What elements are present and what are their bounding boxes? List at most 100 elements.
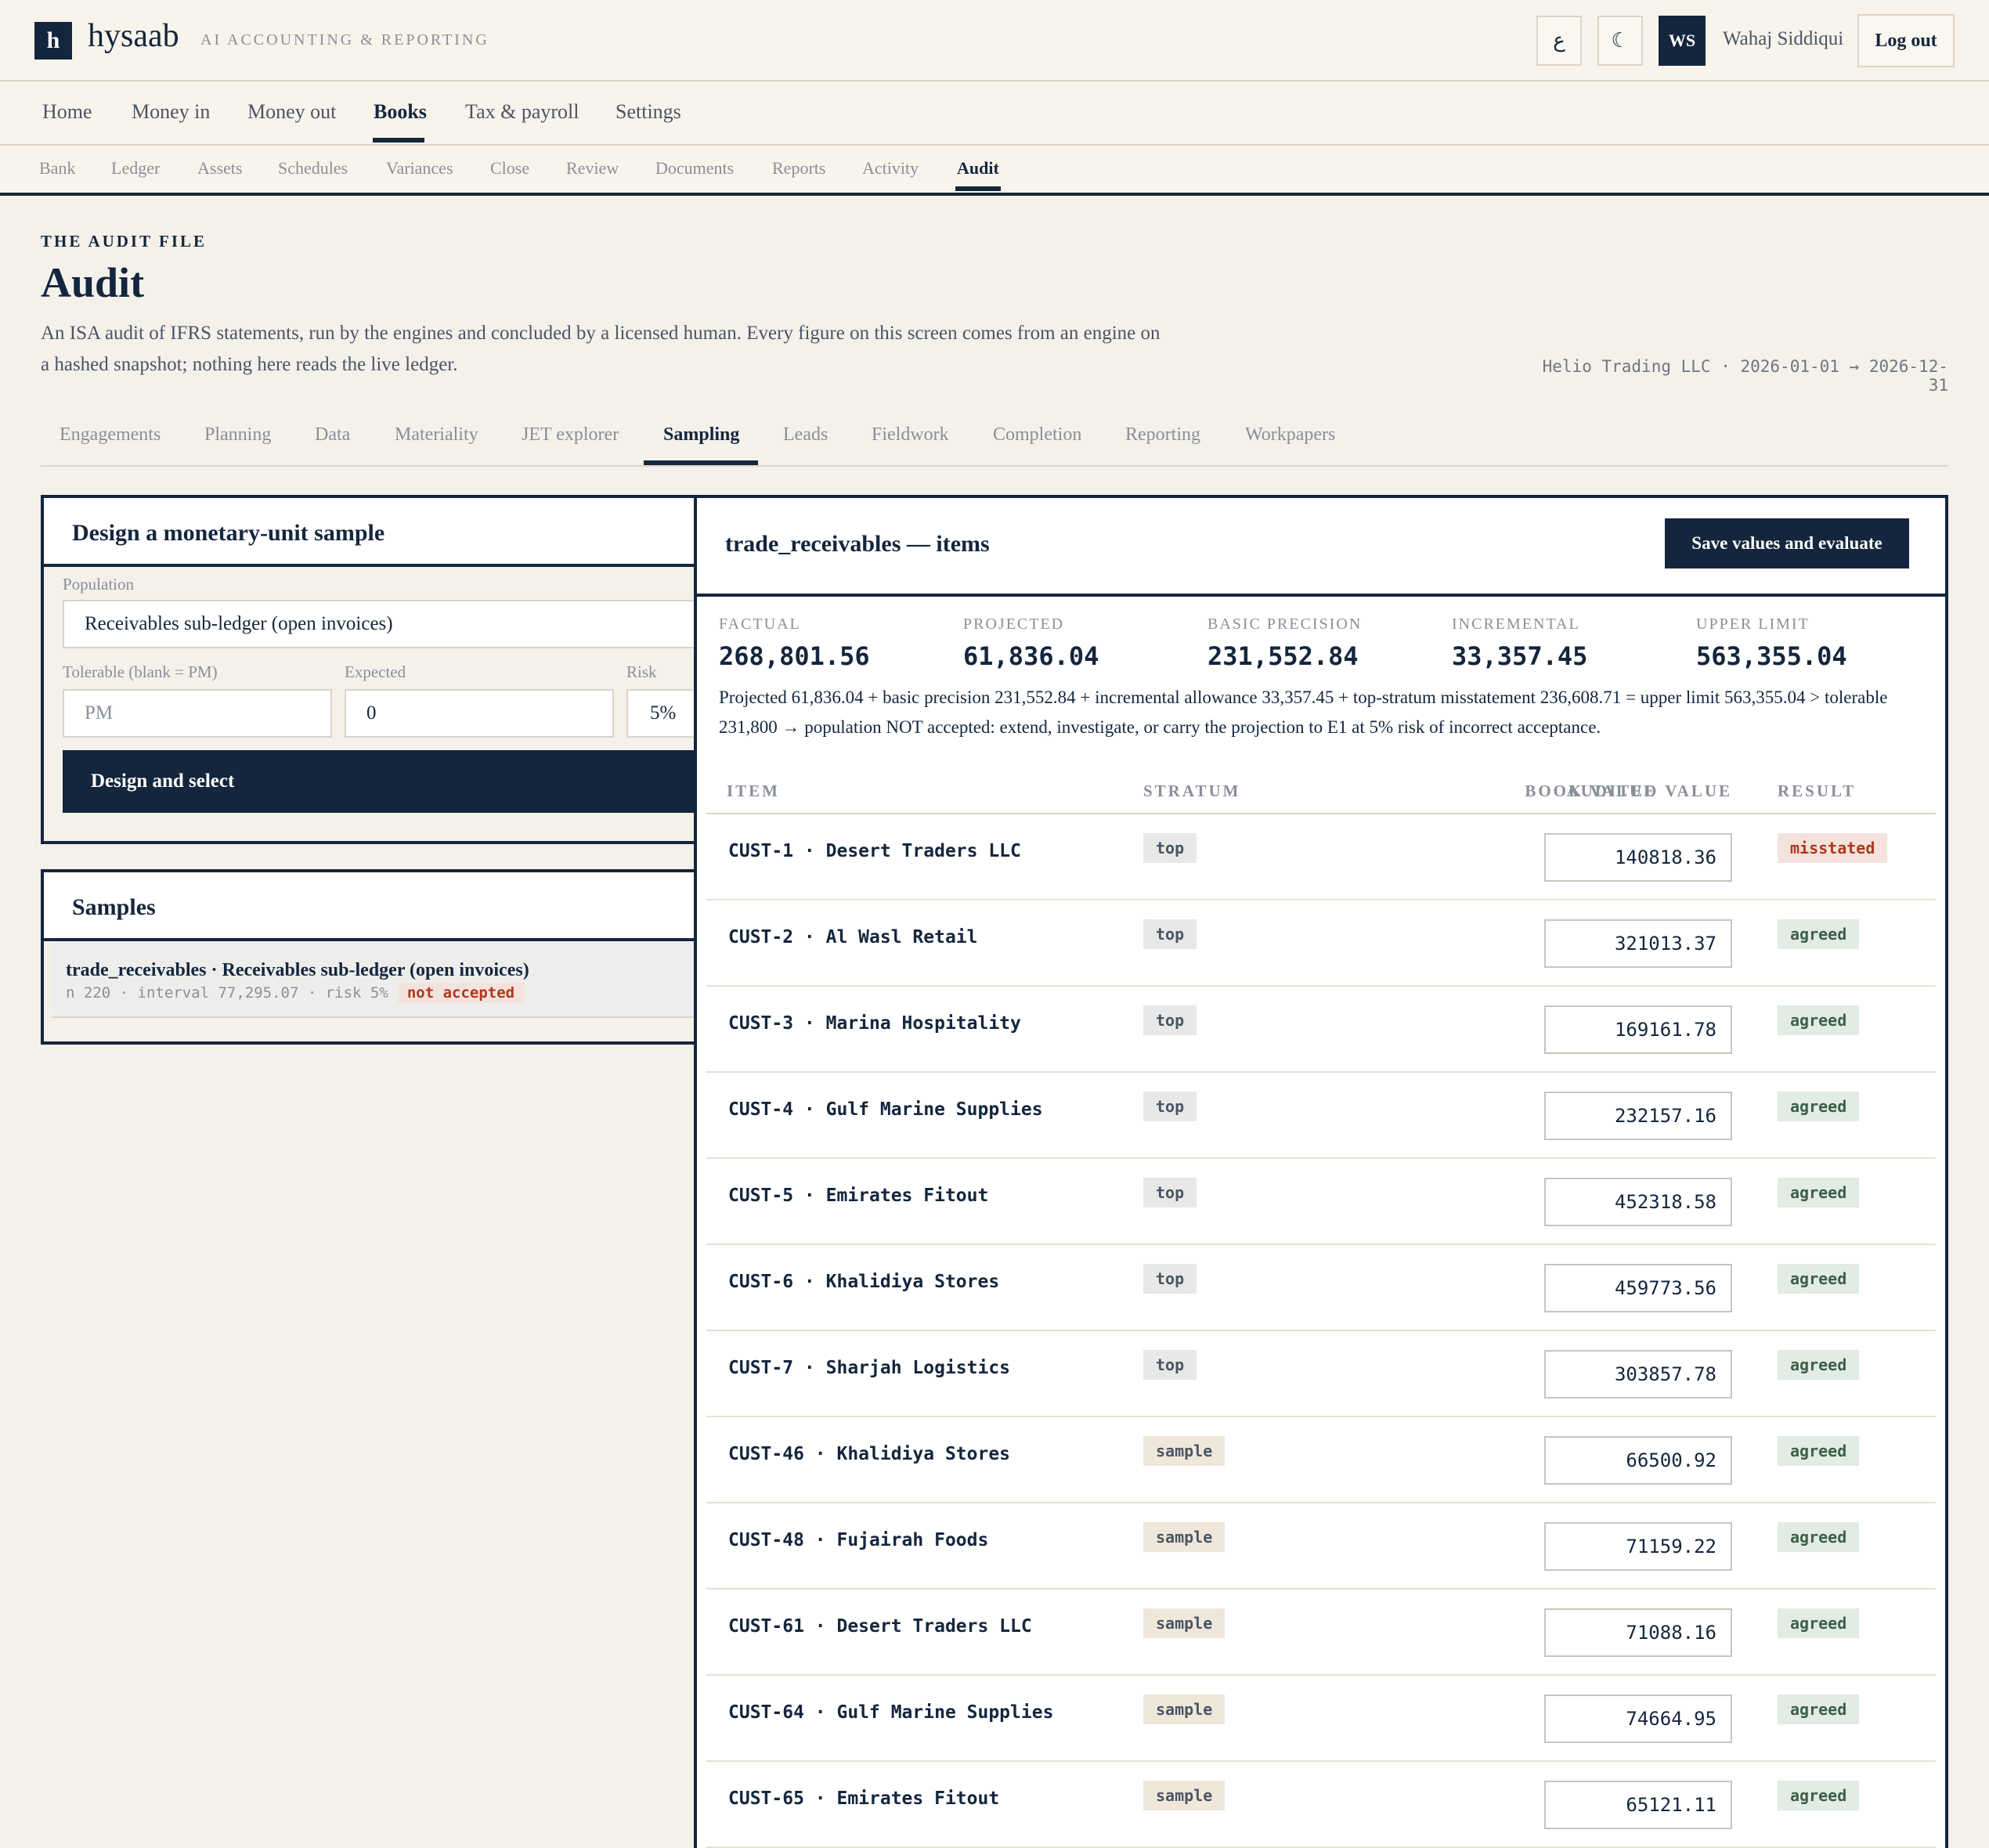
stat-factual: FACTUAL 268,801.56: [719, 615, 870, 671]
stratum-badge: top: [1143, 1350, 1197, 1380]
stat-value: 33,357.45: [1452, 641, 1588, 671]
item-label: CUST-7 · Sharjah Logistics: [728, 1358, 1011, 1378]
table-row: CUST-64 · Gulf Marine Suppliessample74,6…: [706, 1676, 1936, 1762]
subnav-bank[interactable]: Bank: [39, 158, 75, 179]
audited-value-input[interactable]: [1544, 1005, 1732, 1054]
result-badge: agreed: [1778, 1608, 1860, 1638]
tab-planning[interactable]: Planning: [204, 424, 271, 446]
subnav-reports[interactable]: Reports: [772, 158, 825, 179]
subnav-variances[interactable]: Variances: [386, 158, 453, 179]
tab-engagements[interactable]: Engagements: [60, 424, 161, 446]
tab-fieldwork[interactable]: Fieldwork: [872, 424, 949, 446]
active-nav-indicator: [373, 138, 424, 143]
result-badge: agreed: [1778, 1092, 1860, 1121]
audited-value-input[interactable]: [1544, 1178, 1732, 1226]
subnav-close[interactable]: Close: [490, 158, 529, 179]
subnav-assets[interactable]: Assets: [197, 158, 242, 179]
language-icon: ع: [1553, 29, 1565, 52]
nav-home[interactable]: Home: [42, 100, 92, 124]
tab-sampling[interactable]: Sampling: [663, 424, 739, 446]
top-bar: h hysaab AI ACCOUNTING & REPORTING ع ☾ W…: [0, 0, 1989, 81]
population-select[interactable]: Receivables sub-ledger (open invoices): [63, 600, 695, 648]
subnav-activity[interactable]: Activity: [862, 158, 919, 179]
logo-icon[interactable]: h: [34, 22, 72, 60]
table-row: CUST-4 · Gulf Marine Suppliestop232,157.…: [706, 1073, 1936, 1159]
nav-settings[interactable]: Settings: [615, 100, 681, 124]
tab-workpapers[interactable]: Workpapers: [1245, 424, 1335, 446]
item-label: CUST-3 · Marina Hospitality: [728, 1013, 1021, 1034]
avatar[interactable]: WS: [1659, 16, 1706, 66]
stratum-badge: sample: [1143, 1522, 1226, 1552]
column-header-item: ITEM: [727, 781, 781, 800]
sample-list-item[interactable]: trade_receivables · Receivables sub-ledg…: [52, 941, 695, 1018]
table-row: CUST-2 · Al Wasl Retailtop321,013.37agre…: [706, 901, 1936, 987]
design-and-select-button[interactable]: Design and select: [63, 750, 695, 813]
result-badge: agreed: [1778, 1178, 1860, 1207]
item-label: CUST-46 · Khalidiya Stores: [728, 1444, 1011, 1464]
stratum-badge: sample: [1143, 1781, 1226, 1810]
save-and-evaluate-button[interactable]: Save values and evaluate: [1665, 518, 1909, 568]
table-row: CUST-6 · Khalidiya Storestop459,773.56ag…: [706, 1245, 1936, 1331]
nav-tax-payroll[interactable]: Tax & payroll: [465, 100, 579, 124]
stratum-badge: sample: [1143, 1608, 1226, 1638]
risk-label: Risk: [626, 662, 657, 681]
items-panel-header: trade_receivables — items Save values an…: [697, 498, 1945, 597]
user-name: Wahaj Siddiqui: [1723, 28, 1844, 49]
brand-name[interactable]: hysaab: [88, 17, 179, 55]
subnav-review[interactable]: Review: [566, 158, 619, 179]
table-row: CUST-61 · Desert Traders LLCsample71,088…: [706, 1590, 1936, 1676]
logout-button[interactable]: Log out: [1857, 14, 1955, 67]
theme-toggle-button[interactable]: ☾: [1597, 16, 1643, 66]
audited-value-input[interactable]: [1544, 1608, 1732, 1657]
expected-label: Expected: [345, 662, 406, 681]
column-header-audited-value: AUDITED VALUE: [1566, 781, 1732, 800]
result-badge: agreed: [1778, 1264, 1860, 1294]
stat-projected: PROJECTED 61,836.04: [963, 615, 1099, 671]
stat-value: 61,836.04: [963, 641, 1099, 671]
tab-reporting[interactable]: Reporting: [1125, 424, 1200, 446]
risk-select[interactable]: 5%: [626, 689, 695, 738]
result-badge: agreed: [1778, 1350, 1860, 1380]
evaluation-explanation: Projected 61,836.04 + basic precision 23…: [719, 688, 1888, 737]
audited-value-input[interactable]: [1544, 1350, 1732, 1399]
subnav-ledger[interactable]: Ledger: [111, 158, 160, 179]
audited-value-input[interactable]: [1544, 1436, 1732, 1485]
table-row: CUST-1 · Desert Traders LLCtop176,022.95…: [706, 814, 1936, 901]
samples-panel-title: Samples: [44, 872, 697, 941]
audited-value-input[interactable]: [1544, 1264, 1732, 1312]
audited-value-input[interactable]: [1544, 1092, 1732, 1140]
stratum-badge: top: [1143, 919, 1197, 949]
item-label: CUST-65 · Emirates Fitout: [728, 1788, 1000, 1809]
audited-value-input[interactable]: [1544, 833, 1732, 882]
language-toggle-button[interactable]: ع: [1536, 16, 1582, 66]
subnav-schedules[interactable]: Schedules: [278, 158, 348, 179]
table-row: CUST-5 · Emirates Fitouttop452,318.58agr…: [706, 1159, 1936, 1245]
audited-value-input[interactable]: [1544, 1781, 1732, 1829]
stat-label: PROJECTED: [963, 615, 1065, 633]
tab-completion[interactable]: Completion: [993, 424, 1081, 446]
nav-money-out[interactable]: Money out: [247, 100, 336, 124]
tab-data[interactable]: Data: [315, 424, 350, 446]
tab-leads[interactable]: Leads: [783, 424, 828, 446]
tab-materiality[interactable]: Materiality: [395, 424, 478, 446]
audited-value-input[interactable]: [1544, 1695, 1732, 1743]
item-label: CUST-64 · Gulf Marine Supplies: [728, 1702, 1054, 1723]
subnav-documents[interactable]: Documents: [655, 158, 734, 179]
result-badge: agreed: [1778, 1436, 1860, 1466]
nav-books[interactable]: Books: [374, 100, 427, 124]
items-panel: trade_receivables — items Save values an…: [694, 495, 1948, 1848]
page-description: An ISA audit of IFRS statements, run by …: [41, 323, 1161, 375]
nav-money-in[interactable]: Money in: [132, 100, 210, 124]
tab-jet-explorer[interactable]: JET explorer: [522, 424, 619, 446]
subnav-audit[interactable]: Audit: [957, 158, 999, 179]
sample-title: trade_receivables · Receivables sub-ledg…: [66, 960, 529, 980]
audited-value-input[interactable]: [1544, 1522, 1732, 1571]
tolerable-label: Tolerable (blank = PM): [63, 662, 218, 681]
page-eyebrow: THE AUDIT FILE: [41, 232, 207, 251]
result-badge: agreed: [1778, 1522, 1860, 1552]
item-label: CUST-2 · Al Wasl Retail: [728, 927, 978, 947]
expected-input[interactable]: 0: [345, 689, 614, 738]
result-badge: agreed: [1778, 1695, 1860, 1724]
tolerable-input[interactable]: PM: [63, 689, 332, 738]
audited-value-input[interactable]: [1544, 919, 1732, 968]
